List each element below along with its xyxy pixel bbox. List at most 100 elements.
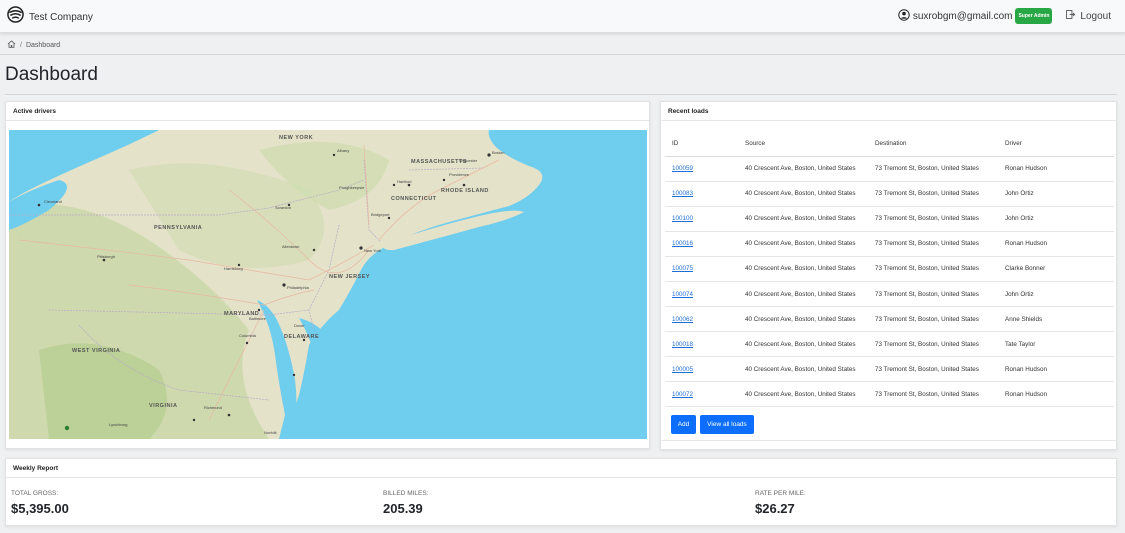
map-label-connecticut: CONNECTICUT — [391, 196, 437, 202]
driver-marker[interactable] — [64, 425, 70, 431]
user-account-icon — [898, 8, 910, 24]
cell-driver: Anne Shields — [998, 306, 1114, 333]
load-id-link[interactable]: 100072 — [672, 391, 693, 398]
cell-driver: Tate Taylor — [998, 331, 1114, 358]
table-row: 100075 40 Crescent Ave, Boston, United St… — [665, 256, 1114, 282]
column-header-driver: Driver — [998, 131, 1114, 157]
billed-miles-value: 205.39 — [383, 501, 423, 516]
map-label-delaware: DELAWARE — [284, 334, 319, 340]
map-label-new-york: NEW YORK — [279, 135, 313, 141]
cell-id: 100005 — [665, 356, 738, 383]
page-title: Dashboard — [5, 64, 98, 85]
cell-id: 100059 — [665, 156, 738, 182]
map-city-boston: Boston — [492, 150, 504, 155]
map-city-richmond: Richmond — [204, 405, 222, 410]
table-row: 100016 40 Crescent Ave, Boston, United St… — [665, 231, 1114, 257]
cell-destination: 73 Tremont St, Boston, United States — [868, 231, 998, 257]
cell-id: 100075 — [665, 256, 738, 282]
cell-id: 100072 — [665, 381, 738, 408]
role-badge: Super Admin — [1015, 8, 1053, 24]
cell-destination: 73 Tremont St, Boston, United States — [868, 331, 998, 358]
load-id-link[interactable]: 100074 — [672, 291, 693, 298]
map-label-virginia: VIRGINIA — [149, 403, 177, 409]
user-email[interactable]: suxrobgm@gmail.com — [913, 11, 1013, 22]
cell-source: 40 Crescent Ave, Boston, United States — [738, 381, 868, 408]
map-city-scranton: Scranton — [275, 205, 291, 210]
cell-id: 100062 — [665, 306, 738, 333]
map-city-norfolk: Norfolk — [264, 430, 277, 435]
load-id-link[interactable]: 100062 — [672, 316, 693, 323]
map-city-poughkeepsie: Poughkeepsie — [339, 185, 365, 190]
map-city-lynchburg: Lynchburg — [109, 422, 128, 427]
map-city-baltimore: Baltimore — [249, 316, 267, 321]
map-city-hartford: Hartford — [397, 179, 411, 184]
table-row: 100083 40 Crescent Ave, Boston, United St… — [665, 181, 1114, 207]
breadcrumb-current: Dashboard — [25, 41, 61, 49]
logout-label: Logout — [1080, 10, 1111, 22]
title-divider — [5, 94, 1117, 95]
cell-driver: Clarke Bonner — [998, 256, 1114, 282]
cell-source: 40 Crescent Ave, Boston, United States — [738, 156, 868, 182]
table-row: 100100 40 Crescent Ave, Boston, United St… — [665, 206, 1114, 232]
view-all-loads-button[interactable]: View all loads — [700, 415, 754, 434]
map-city-cleveland: Cleveland — [44, 199, 62, 204]
cell-driver: Ronan Hudson — [998, 356, 1114, 383]
column-header-source: Source — [738, 131, 868, 157]
cell-source: 40 Crescent Ave, Boston, United States — [738, 281, 868, 308]
table-row: 100005 40 Crescent Ave, Boston, United St… — [665, 356, 1114, 383]
table-row: 100059 40 Crescent Ave, Boston, United St… — [665, 156, 1114, 182]
weekly-report-card: Weekly Report TOTAL GROSS: $5,395.00 BIL… — [5, 458, 1117, 526]
map-city-new-york: New York — [364, 248, 381, 253]
cell-source: 40 Crescent Ave, Boston, United States — [738, 206, 868, 232]
total-gross-value: $5,395.00 — [11, 501, 69, 516]
cell-id: 100074 — [665, 281, 738, 308]
cell-destination: 73 Tremont St, Boston, United States — [868, 281, 998, 308]
cell-id: 100016 — [665, 231, 738, 257]
load-id-link[interactable]: 100005 — [672, 366, 693, 373]
weekly-report-title: Weekly Report — [13, 465, 59, 472]
map-city-dover: Dover — [294, 323, 305, 328]
brand[interactable]: Test Company — [7, 6, 93, 28]
cell-source: 40 Crescent Ave, Boston, United States — [738, 231, 868, 257]
billed-miles-label: BILLED MILES: — [383, 490, 429, 497]
load-id-link[interactable]: 100075 — [672, 265, 693, 272]
logout-button[interactable]: Logout — [1066, 10, 1111, 22]
cell-source: 40 Crescent Ave, Boston, United States — [738, 356, 868, 383]
load-id-link[interactable]: 100016 — [672, 240, 693, 247]
active-drivers-card: Active drivers NEW YORK MASSACHUSETTS CO… — [5, 101, 650, 449]
cell-destination: 73 Tremont St, Boston, United States — [868, 356, 998, 383]
map-label-west-virginia: WEST VIRGINIA — [72, 348, 120, 354]
map-label-pennsylvania: PENNSYLVANIA — [154, 225, 202, 231]
map-city-providence: Providence — [449, 172, 470, 177]
home-icon[interactable] — [7, 40, 16, 50]
cell-destination: 73 Tremont St, Boston, United States — [868, 156, 998, 182]
rate-per-mile-label: RATE PER MILE: — [755, 490, 806, 497]
add-load-button[interactable]: Add — [671, 415, 696, 434]
total-gross-label: TOTAL GROSS: — [11, 490, 59, 497]
load-id-link[interactable]: 100083 — [672, 190, 693, 197]
cell-source: 40 Crescent Ave, Boston, United States — [738, 331, 868, 358]
load-id-link[interactable]: 100100 — [672, 215, 693, 222]
map-city-harrisburg: Harrisburg — [224, 266, 243, 271]
map-city-philadelphia: Philadelphia — [287, 285, 310, 290]
column-header-id: ID — [665, 131, 738, 157]
brand-name: Test Company — [29, 11, 93, 23]
map-label-rhode-island: RHODE ISLAND — [441, 188, 489, 194]
cell-destination: 73 Tremont St, Boston, United States — [868, 306, 998, 333]
column-header-destination: Destination — [868, 131, 998, 157]
cell-destination: 73 Tremont St, Boston, United States — [868, 381, 998, 408]
cell-id: 100083 — [665, 181, 738, 207]
cell-driver: John Ortiz — [998, 281, 1114, 308]
active-drivers-title: Active drivers — [13, 108, 56, 115]
map-city-pittsburgh: Pittsburgh — [97, 254, 115, 259]
table-row: 100062 40 Crescent Ave, Boston, United St… — [665, 306, 1114, 333]
load-id-link[interactable]: 100059 — [672, 165, 693, 172]
cell-driver: Ronan Hudson — [998, 231, 1114, 257]
drivers-map[interactable]: NEW YORK MASSACHUSETTS CONNECTICUT RHODE… — [9, 130, 647, 439]
map-label-new-jersey: NEW JERSEY — [329, 274, 370, 280]
map-city-worcester: Worcester — [459, 158, 478, 163]
breadcrumb: / Dashboard — [7, 40, 60, 50]
load-id-link[interactable]: 100018 — [672, 341, 693, 348]
table-header-row: ID Source Destination Driver — [665, 131, 1114, 157]
rate-per-mile-metric: RATE PER MILE: $26.27 — [755, 490, 806, 516]
